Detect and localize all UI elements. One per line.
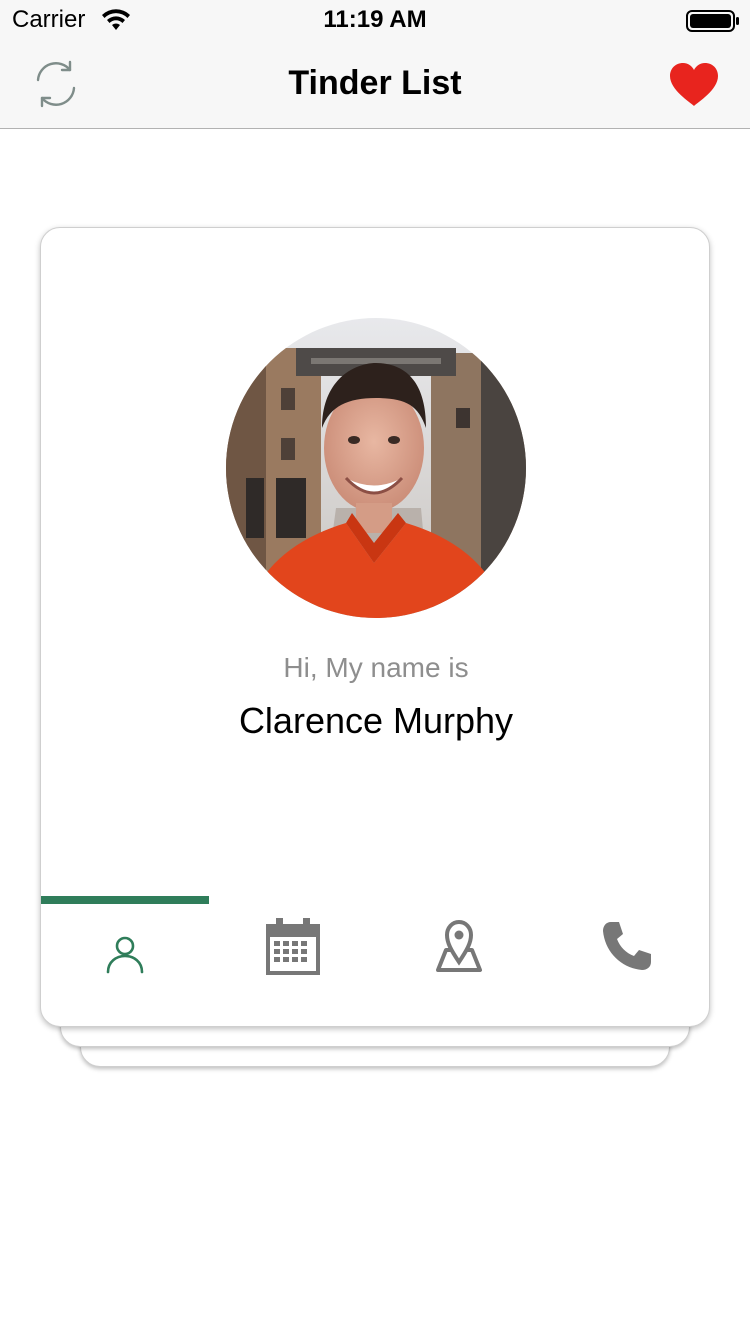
heart-icon[interactable] xyxy=(668,62,720,108)
person-icon xyxy=(106,936,144,974)
tab-phone[interactable] xyxy=(543,904,709,1026)
phone-icon xyxy=(603,922,651,970)
greeting-label: Hi, My name is xyxy=(283,652,469,683)
profile-photo xyxy=(226,318,526,618)
navigation-bar: Tinder List xyxy=(0,40,750,129)
location-icon xyxy=(436,920,482,972)
status-time: 11:19 AM xyxy=(323,6,427,33)
tab-calendar[interactable] xyxy=(209,904,376,1026)
profile-card[interactable]: Hi, My name is Clarence Murphy xyxy=(40,227,710,1027)
avatar xyxy=(226,318,526,618)
calendar-icon xyxy=(266,918,320,975)
tab-location[interactable] xyxy=(376,904,543,1026)
status-bar: Carrier 11:19 AM xyxy=(0,0,750,40)
person-name: Clarence Murphy xyxy=(238,700,514,741)
active-tab-indicator xyxy=(41,896,209,904)
tab-person[interactable] xyxy=(41,904,208,1026)
battery-icon xyxy=(686,10,739,32)
page-title: Tinder List xyxy=(288,64,462,102)
